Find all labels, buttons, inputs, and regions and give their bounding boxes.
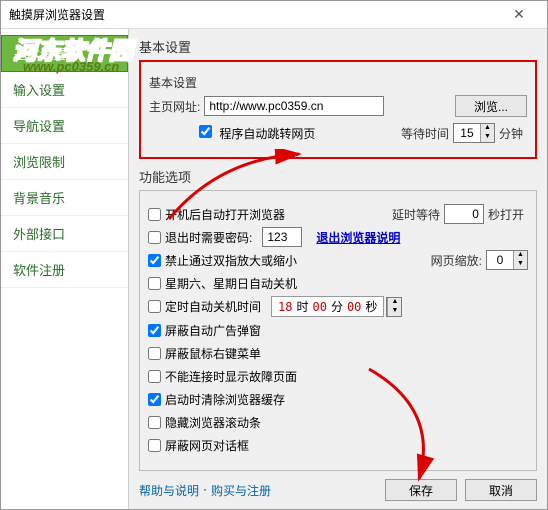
- main-panel: 基本设置 基本设置 主页网址: 浏览... 程序自动跳转网页: [129, 29, 547, 509]
- options-heading: 功能选项: [139, 167, 537, 186]
- wait-input[interactable]: [454, 124, 480, 142]
- auto-jump-checkbox-label[interactable]: 程序自动跳转网页: [199, 125, 315, 142]
- sidebar-item-nav[interactable]: 导航设置: [1, 108, 128, 144]
- chevron-down-icon[interactable]: ▼: [387, 307, 401, 316]
- content-area: 基本设置 输入设置 导航设置 浏览限制 背景音乐 外部接口 软件注册 基本设置 …: [1, 29, 547, 509]
- footer: 帮助与说明 · 购买与注册 保存 取消: [139, 479, 537, 501]
- settings-window: 触摸屏浏览器设置 ✕ 河东软件园 www.pc0359.cn 基本设置 输入设置…: [0, 0, 548, 510]
- chevron-down-icon[interactable]: ▼: [513, 260, 527, 269]
- chevron-down-icon[interactable]: ▼: [480, 133, 494, 142]
- opt-block-rightclick[interactable]: 屏蔽鼠标右键菜单: [148, 345, 261, 362]
- wait-spinner[interactable]: ▲▼: [453, 123, 495, 143]
- opt-hide-scrollbar[interactable]: 隐藏浏览器滚动条: [148, 414, 261, 431]
- opt-disable-pinch[interactable]: 禁止通过双指放大或缩小: [148, 252, 297, 269]
- password-input[interactable]: [262, 227, 302, 247]
- time-input[interactable]: 18时 00分 00秒: [271, 296, 384, 317]
- buy-link[interactable]: 购买与注册: [211, 482, 271, 499]
- basic-heading: 基本设置: [139, 37, 537, 56]
- save-button[interactable]: 保存: [385, 479, 457, 501]
- wait-unit: 分钟: [499, 125, 523, 142]
- sidebar: 基本设置 输入设置 导航设置 浏览限制 背景音乐 外部接口 软件注册: [1, 29, 129, 509]
- time-spinner[interactable]: ▲▼: [386, 297, 402, 317]
- opt-timed-shutdown[interactable]: 定时自动关机时间: [148, 298, 261, 315]
- basic-fieldset: 基本设置 主页网址: 浏览... 程序自动跳转网页 等待时间: [139, 60, 537, 159]
- opt-clear-cache[interactable]: 启动时清除浏览器缓存: [148, 391, 285, 408]
- options-fieldset: 开机后自动打开浏览器 延时等待 秒打开 退出时需要密码: 退出浏览器说明 禁止通…: [139, 190, 537, 471]
- exit-browser-link[interactable]: 退出浏览器说明: [316, 229, 400, 246]
- sidebar-item-basic[interactable]: 基本设置: [1, 35, 128, 72]
- sidebar-item-limit[interactable]: 浏览限制: [1, 144, 128, 180]
- help-link[interactable]: 帮助与说明: [139, 482, 199, 499]
- chevron-up-icon[interactable]: ▲: [387, 298, 401, 307]
- auto-jump-checkbox[interactable]: [199, 125, 212, 138]
- sidebar-item-external[interactable]: 外部接口: [1, 216, 128, 252]
- cancel-button[interactable]: 取消: [465, 479, 537, 501]
- opt-block-dialogs[interactable]: 屏蔽网页对话框: [148, 437, 249, 454]
- home-url-label: 主页网址:: [149, 98, 200, 115]
- opt-block-ads[interactable]: 屏蔽自动广告弹窗: [148, 322, 261, 339]
- group-label: 基本设置: [149, 74, 197, 91]
- opt-autostart[interactable]: 开机后自动打开浏览器: [148, 206, 285, 223]
- opt-weekend-shutdown[interactable]: 星期六、星期日自动关机: [148, 275, 297, 292]
- delay-input[interactable]: [444, 204, 484, 224]
- sidebar-item-register[interactable]: 软件注册: [1, 252, 128, 288]
- close-icon[interactable]: ✕: [499, 4, 539, 26]
- sidebar-item-input[interactable]: 输入设置: [1, 72, 128, 108]
- home-url-input[interactable]: [204, 96, 384, 116]
- chevron-up-icon[interactable]: ▲: [513, 251, 527, 260]
- zoom-spinner[interactable]: ▲▼: [486, 250, 528, 270]
- window-title: 触摸屏浏览器设置: [9, 6, 499, 23]
- titlebar: 触摸屏浏览器设置 ✕: [1, 1, 547, 29]
- opt-exit-password[interactable]: 退出时需要密码:: [148, 229, 252, 246]
- wait-label: 等待时间: [401, 125, 449, 142]
- sidebar-item-music[interactable]: 背景音乐: [1, 180, 128, 216]
- opt-offline-page[interactable]: 不能连接时显示故障页面: [148, 368, 297, 385]
- chevron-up-icon[interactable]: ▲: [480, 124, 494, 133]
- browse-button[interactable]: 浏览...: [455, 95, 527, 117]
